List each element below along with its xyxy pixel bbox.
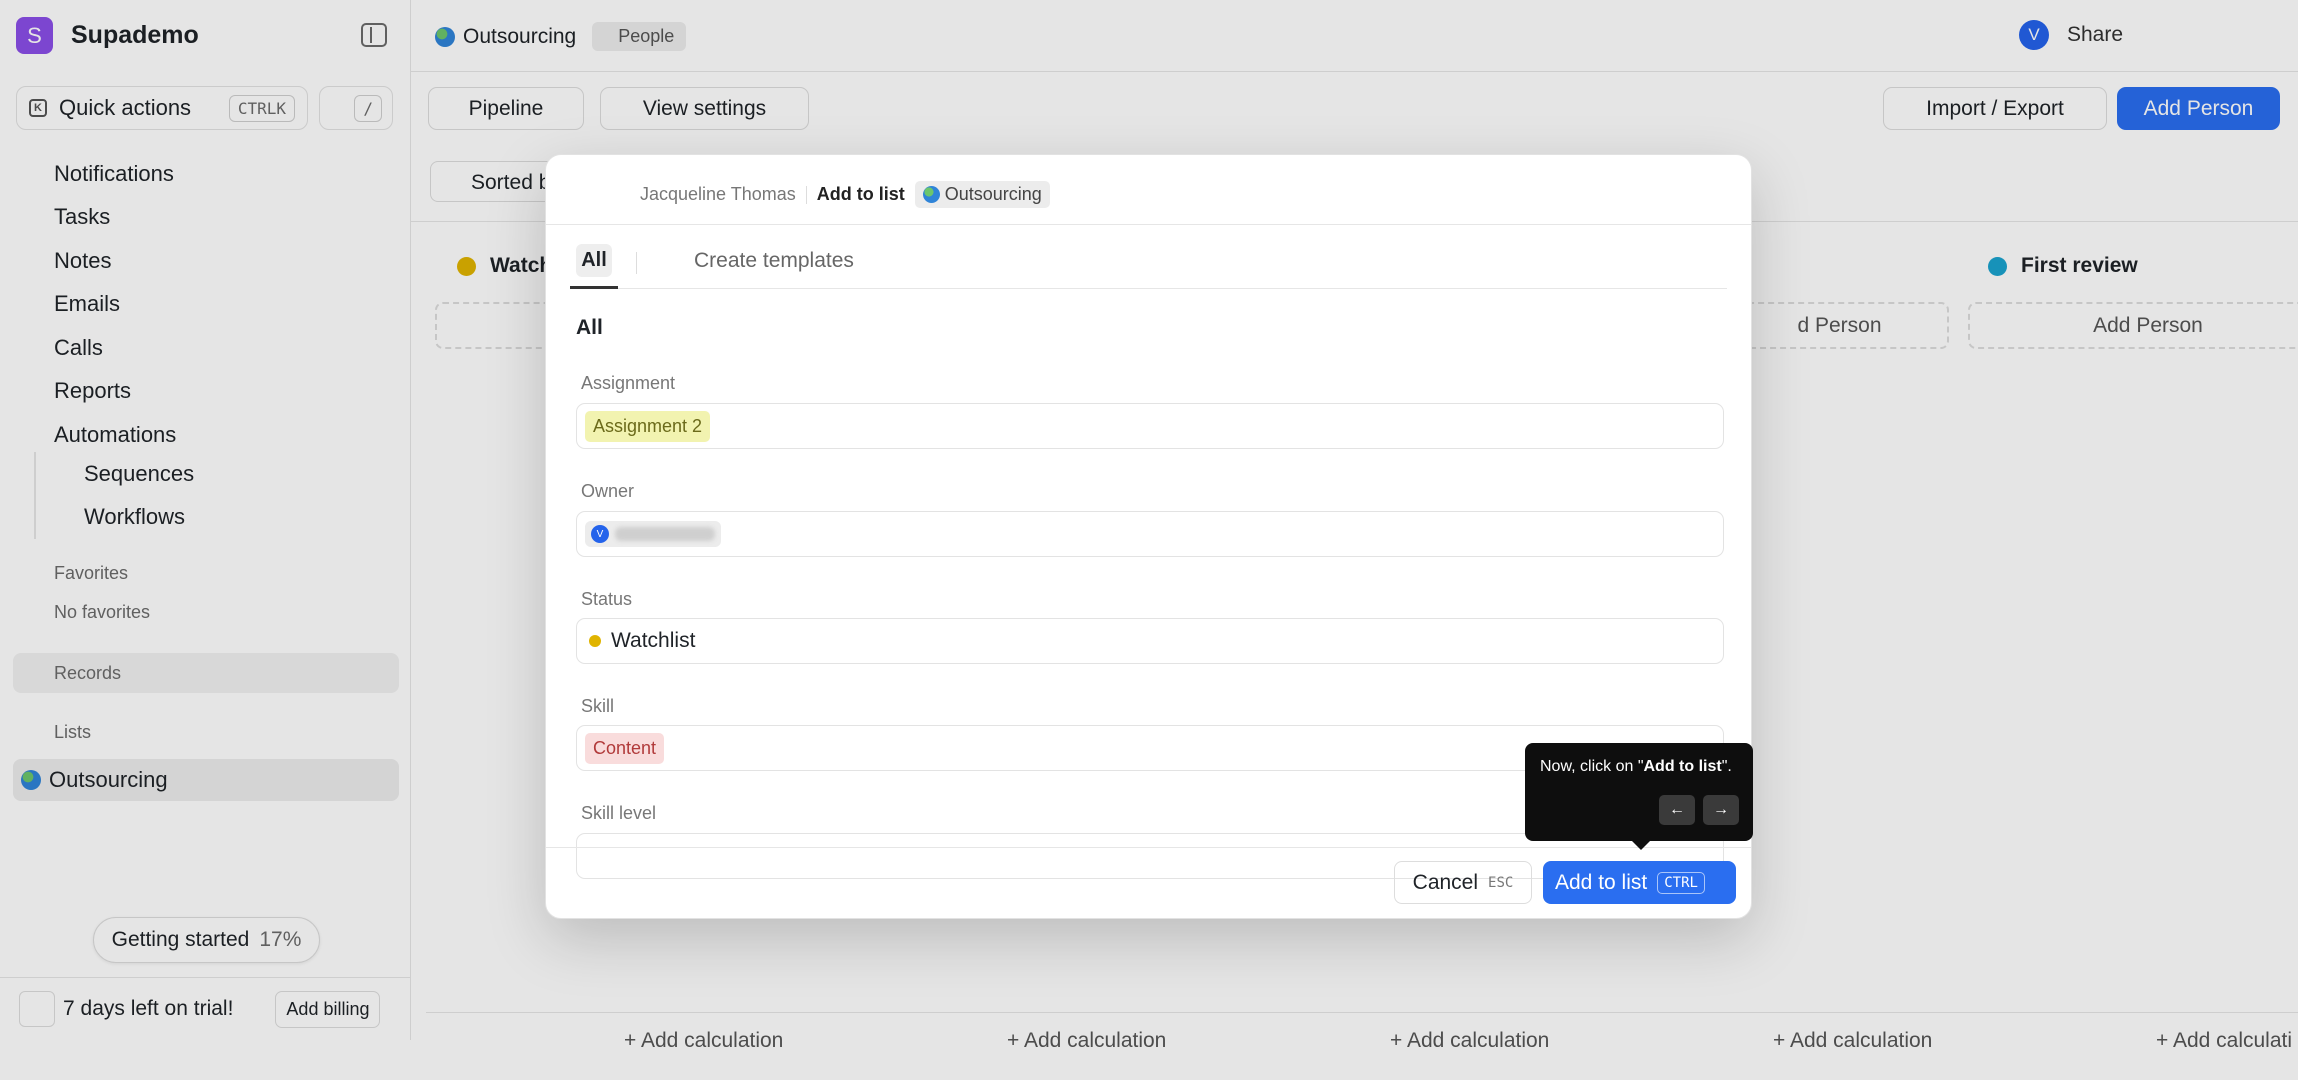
tooltip-prev-arrow-icon[interactable]: ← (1659, 795, 1695, 825)
cancel-label: Cancel (1412, 870, 1479, 894)
tab-create-templates[interactable]: Create templates (694, 249, 854, 273)
assignment-field[interactable]: Assignment 2 (576, 403, 1724, 449)
status-value: Watchlist (611, 629, 696, 652)
modal-tabs: All Create templates (570, 236, 1727, 289)
modal-person-name: Jacqueline Thomas (640, 184, 796, 204)
skill-level-label: Skill level (581, 803, 657, 823)
owner-label: Owner (581, 481, 635, 501)
tooltip-next-arrow-icon[interactable]: → (1703, 795, 1739, 825)
globe-icon (922, 186, 940, 203)
guide-tooltip: Now, click on "Add to list". ← → (1525, 743, 1753, 850)
skill-label: Skill (581, 696, 615, 716)
modal-footer-divider (546, 847, 1751, 848)
owner-name-redacted (615, 527, 715, 541)
modal-breadcrumb: Jacqueline Thomas Add to list Outsourcin… (640, 181, 1050, 208)
modal-list-name: Outsourcing (944, 184, 1042, 204)
add-to-list-button[interactable]: Add to list CTRL (1543, 861, 1736, 904)
section-title: All (576, 316, 603, 339)
breadcrumb-divider (805, 185, 807, 204)
tab-all[interactable]: All (570, 236, 618, 289)
modal-action-title: Add to list (816, 184, 905, 204)
status-label: Status (581, 589, 633, 609)
tab-all-label: All (576, 244, 612, 277)
add-to-list-shortcut: CTRL (1657, 871, 1705, 894)
owner-field[interactable]: V (576, 511, 1724, 557)
owner-chip: V (585, 521, 721, 547)
tab-divider (636, 252, 637, 274)
status-field[interactable]: Watchlist (576, 618, 1724, 664)
status-dot (589, 635, 601, 647)
cancel-shortcut: ESC (1488, 874, 1514, 891)
tooltip-text: Now, click on "Add to list". (1540, 758, 1732, 775)
modal-divider (546, 224, 1751, 225)
cancel-button[interactable]: Cancel ESC (1394, 861, 1532, 904)
owner-avatar: V (591, 525, 609, 543)
skill-tag: Content (585, 732, 665, 764)
modal-list-chip: Outsourcing (914, 181, 1050, 208)
assignment-tag: Assignment 2 (585, 410, 711, 442)
add-to-list-label: Add to list (1555, 870, 1648, 894)
assignment-label: Assignment (581, 373, 676, 393)
